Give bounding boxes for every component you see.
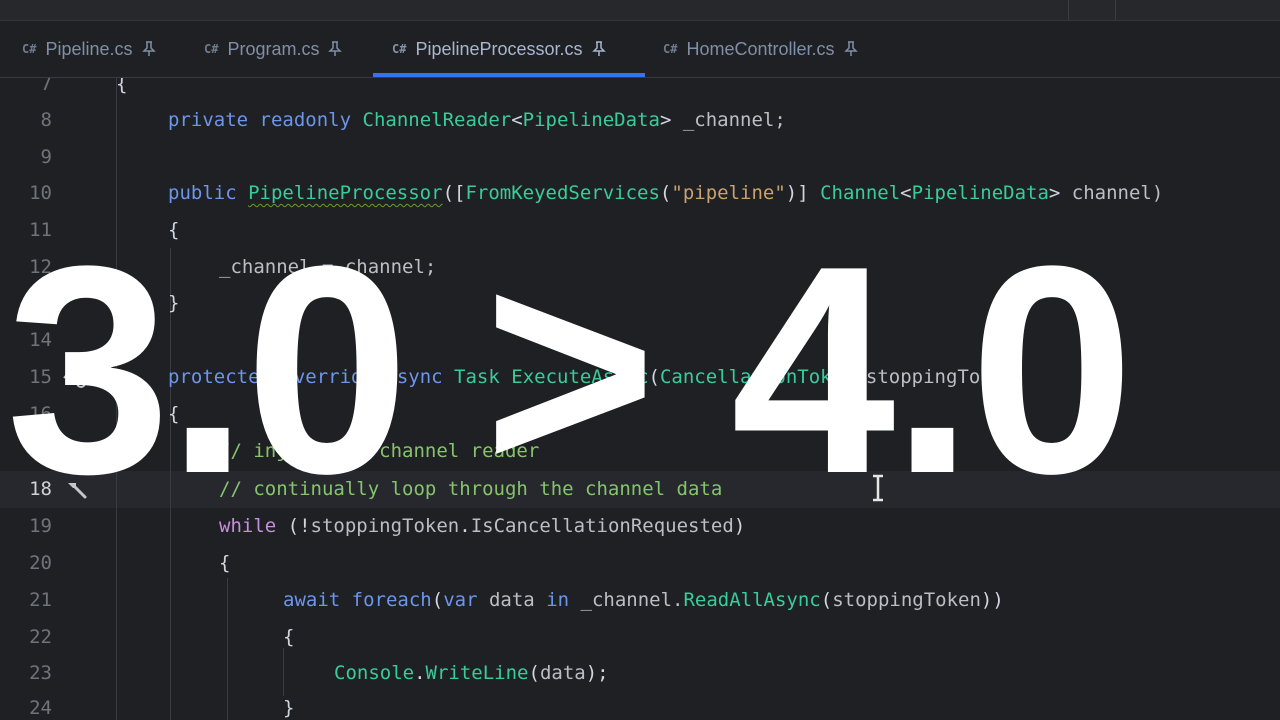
code-line: 20 { <box>0 545 1280 582</box>
line-number: 19 <box>29 515 52 537</box>
code-line: 21 await foreach(var data in _channel.Re… <box>0 582 1280 619</box>
pin-icon[interactable] <box>591 41 606 57</box>
code-line-current: 18 // continually loop through the chann… <box>0 471 1280 508</box>
code-line: 12 _channel = channel; <box>0 249 1280 286</box>
line-number: 8 <box>40 109 52 131</box>
code-text: public PipelineProcessor([FromKeyedServi… <box>168 182 1164 204</box>
title-strip-separator <box>1115 0 1116 20</box>
csharp-file-icon: C# <box>204 42 219 56</box>
tab-pipeline-cs[interactable]: C# Pipeline.cs <box>22 21 156 77</box>
pin-icon[interactable] <box>141 41 156 57</box>
tab-label: Pipeline.cs <box>45 38 133 59</box>
override-method-icon[interactable] <box>62 367 88 393</box>
csharp-file-icon: C# <box>392 42 407 56</box>
code-line: 24 } <box>0 690 1280 720</box>
code-editor[interactable]: 7 { 8 private readonly ChannelReader<Pip… <box>0 78 1280 720</box>
tab-program-cs[interactable]: C# Program.cs <box>204 21 343 77</box>
code-text: { <box>168 219 180 241</box>
tab-pipelineprocessor-cs[interactable]: C# PipelineProcessor.cs <box>392 21 606 77</box>
line-number: 22 <box>29 626 52 648</box>
active-tab-indicator <box>373 73 645 77</box>
line-number: 21 <box>29 589 52 611</box>
tab-homecontroller-cs[interactable]: C# HomeController.cs <box>663 21 858 77</box>
code-line: 13 } <box>0 285 1280 322</box>
code-text: { <box>219 552 231 574</box>
code-line: 23 Console.WriteLine(data); <box>0 655 1280 692</box>
csharp-file-icon: C# <box>22 42 37 56</box>
line-number: 20 <box>29 552 52 574</box>
pin-icon[interactable] <box>328 41 343 57</box>
line-number: 18 <box>29 478 52 500</box>
code-text: protected override async Task ExecuteAsy… <box>168 366 1027 388</box>
code-text: Console.WriteLine(data); <box>334 662 609 684</box>
code-text: // continually loop through the channel … <box>219 478 723 500</box>
line-number: 17 <box>29 440 52 462</box>
code-line: 22 { <box>0 619 1280 656</box>
line-number: 11 <box>29 219 52 241</box>
code-line: 7 { <box>0 78 1280 103</box>
code-line: 10 public PipelineProcessor([FromKeyedSe… <box>0 175 1280 212</box>
line-number: 23 <box>29 662 52 684</box>
tab-label: PipelineProcessor.cs <box>415 38 583 59</box>
code-text: } <box>283 697 295 719</box>
line-number: 13 <box>29 292 52 314</box>
code-line: 14 <box>0 322 1280 359</box>
code-text: while (!stoppingToken.IsCancellationRequ… <box>219 515 746 537</box>
code-text: } <box>168 292 180 314</box>
title-strip-separator <box>1068 0 1069 20</box>
tab-label: HomeController.cs <box>686 38 835 59</box>
text-cursor-icon <box>870 471 886 509</box>
pin-icon[interactable] <box>843 41 858 57</box>
quick-action-hammer-icon[interactable] <box>64 479 88 505</box>
code-text: { <box>283 626 295 648</box>
code-text: _channel = channel; <box>219 256 437 278</box>
line-number: 9 <box>40 146 52 168</box>
line-number: 7 <box>40 78 52 95</box>
code-line: 8 private readonly ChannelReader<Pipelin… <box>0 102 1280 139</box>
code-line: 9 <box>0 139 1280 176</box>
code-line: 17 // inject the channel reader <box>0 433 1280 470</box>
line-number: 10 <box>29 182 52 204</box>
line-number: 12 <box>29 256 52 278</box>
line-number: 24 <box>29 697 52 719</box>
line-number: 16 <box>29 403 52 425</box>
title-strip <box>0 0 1280 21</box>
code-line: 11 { <box>0 212 1280 249</box>
code-line: 19 while (!stoppingToken.IsCancellationR… <box>0 508 1280 545</box>
code-text: private readonly ChannelReader<PipelineD… <box>168 109 786 131</box>
code-line: 15 protected override async Task Execute… <box>0 359 1280 396</box>
code-text: // inject the channel reader <box>219 440 540 462</box>
editor-tab-bar: C# Pipeline.cs C# Program.cs C# Pipeline… <box>0 21 1280 78</box>
code-line: 16 { <box>0 396 1280 433</box>
code-text: await foreach(var data in _channel.ReadA… <box>283 589 1004 611</box>
csharp-file-icon: C# <box>663 42 678 56</box>
code-text: { <box>168 403 180 425</box>
line-number: 15 <box>29 366 52 388</box>
line-number: 14 <box>29 329 52 351</box>
tab-label: Program.cs <box>227 38 320 59</box>
code-text: { <box>116 78 128 95</box>
